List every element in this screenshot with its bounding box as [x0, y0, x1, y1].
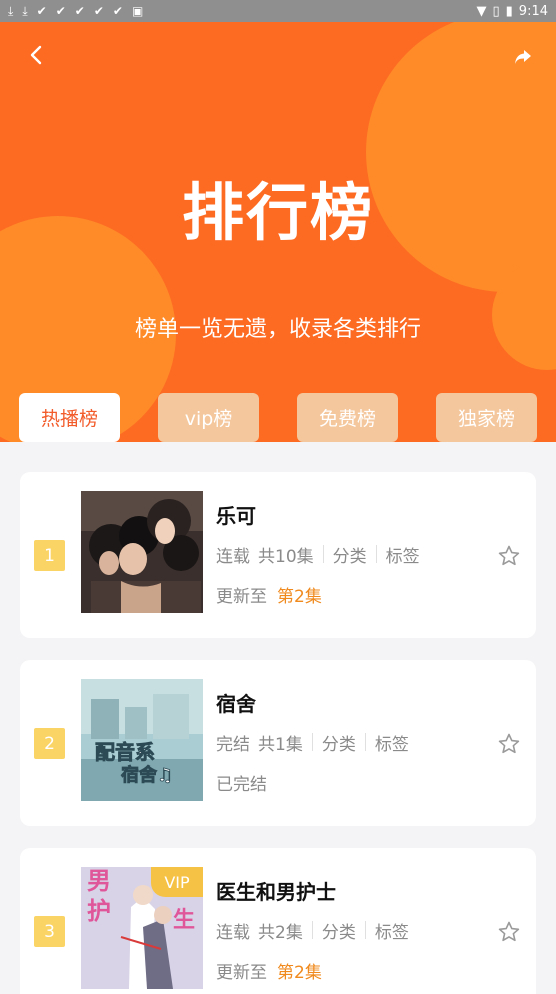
update-prefix: 更新至	[216, 963, 267, 983]
check-icon: ✔	[55, 4, 66, 18]
wifi-icon: ▼	[476, 3, 487, 19]
star-icon[interactable]	[497, 732, 521, 756]
check-icon: ✔	[112, 4, 123, 18]
divider	[322, 545, 324, 563]
cover-text: 护	[87, 897, 111, 925]
battery-icon: ▮	[505, 3, 513, 19]
update-prefix: 已完结	[216, 775, 267, 795]
clock-time: 9:14	[518, 3, 548, 19]
rank-badge: 2	[34, 728, 65, 759]
item-info: 宿舍 完结 共1集 分类 标签 已完结	[216, 688, 409, 795]
chevron-left-icon[interactable]	[26, 44, 48, 66]
sim-icon: ▯	[492, 3, 500, 19]
ranking-list: 1 乐可 连载 共10集 分类 标签 更新至 第2集 2 配音系 宿舍♫ 宿舍 …	[20, 472, 536, 994]
tab-exclusive[interactable]: 独家榜	[436, 393, 537, 442]
download-icon: ⤓	[8, 4, 14, 18]
serial-status: 连载	[216, 546, 250, 567]
cover-image[interactable]: 男 护 生 VIP	[81, 867, 203, 989]
category-label: 分类	[332, 546, 367, 567]
cover-image[interactable]: 配音系 宿舍♫	[81, 679, 203, 801]
app-icon: ▣	[131, 4, 144, 18]
tab-free[interactable]: 免费榜	[297, 393, 398, 442]
divider	[364, 733, 366, 751]
cover-image[interactable]	[81, 491, 203, 613]
tag-label: 标签	[374, 922, 409, 943]
list-item[interactable]: 2 配音系 宿舍♫ 宿舍 完结 共1集 分类 标签 已完结	[20, 660, 536, 826]
page-subtitle: 榜单一览无遗，收录各类排行	[134, 317, 421, 342]
check-icon: ✔	[36, 4, 47, 18]
hero-header: 排行榜 榜单一览无遗，收录各类排行	[0, 22, 556, 442]
tag-label: 标签	[385, 546, 420, 567]
vip-badge: VIP	[151, 867, 203, 897]
download-icon: ⤓	[22, 4, 28, 18]
item-title[interactable]: 乐可	[216, 500, 420, 530]
item-meta: 连载 共10集 分类 标签	[216, 542, 420, 567]
episode-count: 共10集	[258, 546, 314, 567]
update-status: 更新至 第2集	[216, 958, 409, 983]
item-title[interactable]: 宿舍	[216, 688, 409, 718]
serial-status: 完结	[216, 734, 250, 755]
episode-count: 共2集	[258, 922, 303, 943]
cover-text: 生	[173, 908, 195, 933]
list-item[interactable]: 1 乐可 连载 共10集 分类 标签 更新至 第2集	[20, 472, 536, 638]
episode-count: 共1集	[258, 734, 303, 755]
update-episode: 第2集	[277, 963, 322, 983]
ranking-tabs: 热播榜 vip榜 免费榜 独家榜	[0, 393, 556, 443]
update-episode: 第2集	[277, 587, 322, 607]
cover-text: 配音系	[95, 740, 155, 764]
page-title: 排行榜	[181, 176, 374, 249]
update-status: 更新至 第2集	[216, 582, 420, 607]
notification-icons: ⤓ ⤓ ✔ ✔ ✔ ✔ ✔ ▣	[8, 5, 143, 17]
divider	[311, 921, 313, 939]
check-icon: ✔	[74, 4, 85, 18]
share-icon[interactable]	[514, 48, 532, 66]
tab-vip[interactable]: vip榜	[158, 393, 259, 442]
serial-status: 连载	[216, 922, 250, 943]
star-icon[interactable]	[497, 920, 521, 944]
check-icon: ✔	[93, 4, 104, 18]
item-info: 乐可 连载 共10集 分类 标签 更新至 第2集	[216, 500, 420, 607]
star-icon[interactable]	[497, 544, 521, 568]
cover-text: 男	[87, 867, 111, 895]
divider	[375, 545, 377, 563]
category-label: 分类	[321, 734, 356, 755]
rank-badge: 3	[34, 916, 65, 947]
divider	[364, 921, 366, 939]
category-label: 分类	[321, 922, 356, 943]
status-bar: ⤓ ⤓ ✔ ✔ ✔ ✔ ✔ ▣ ▼ ▯ ▮ 9:14	[0, 0, 556, 22]
rank-badge: 1	[34, 540, 65, 571]
tag-label: 标签	[374, 734, 409, 755]
tab-hot[interactable]: 热播榜	[19, 393, 120, 442]
divider	[311, 733, 313, 751]
item-meta: 完结 共1集 分类 标签	[216, 730, 409, 755]
item-meta: 连载 共2集 分类 标签	[216, 918, 409, 943]
item-title[interactable]: 医生和男护士	[216, 876, 409, 906]
list-item[interactable]: 3 男 护 生 VIP 医生和男护士 连载 共2集 分类 标签 更新至 第2集	[20, 848, 536, 994]
item-info: 医生和男护士 连载 共2集 分类 标签 更新至 第2集	[216, 876, 409, 983]
update-status: 已完结	[216, 770, 409, 795]
update-prefix: 更新至	[216, 587, 267, 607]
cover-text: 宿舍♫	[121, 764, 173, 786]
